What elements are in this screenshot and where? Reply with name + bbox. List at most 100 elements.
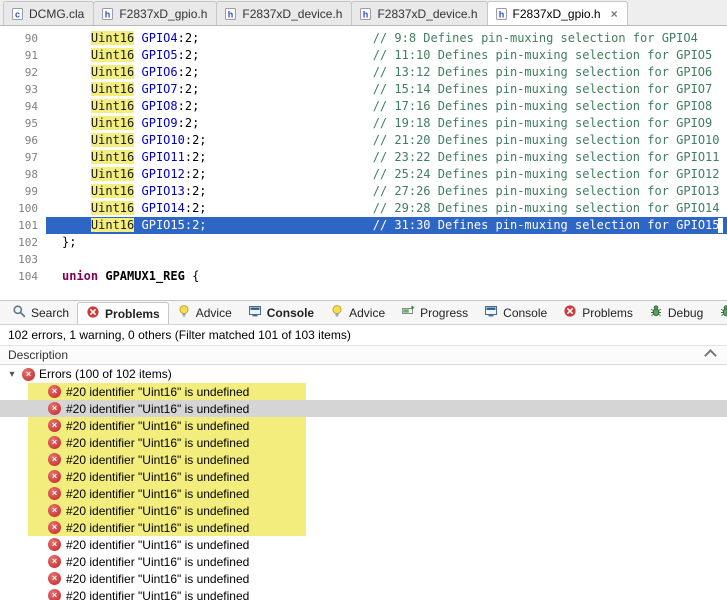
problem-row[interactable]: × #20 identifier "Uint16" is undefined xyxy=(0,553,727,570)
problem-row[interactable]: × #20 identifier "Uint16" is undefined xyxy=(0,383,727,400)
code-line-99[interactable]: 99 Uint16 GPIO13:2; // 27:26 Defines pin… xyxy=(0,183,727,200)
problem-row[interactable]: × #20 identifier "Uint16" is undefined xyxy=(0,451,727,468)
panel-tab-debug-8[interactable]: Debug xyxy=(641,301,711,324)
panel-tab-progress-5[interactable]: Progress xyxy=(393,301,476,324)
code-text: union GPAMUX1_REG { xyxy=(46,268,727,285)
code-token: GPIO5 xyxy=(141,48,178,62)
code-token: Uint16 xyxy=(90,82,135,96)
code-token: GPIO7 xyxy=(141,82,178,96)
code-line-96[interactable]: 96 Uint16 GPIO10:2; // 21:20 Defines pin… xyxy=(0,132,727,149)
editor-tab-F2837xD_device.h[interactable]: h F2837xD_device.h xyxy=(216,1,353,25)
line-number[interactable]: 99 xyxy=(0,183,46,200)
svg-text:h: h xyxy=(105,9,111,19)
problem-text: #20 identifier "Uint16" is undefined xyxy=(66,452,250,467)
panel-tab-problems-7[interactable]: Problems xyxy=(555,301,641,324)
svg-text:h: h xyxy=(498,9,504,19)
panel-tab-console-6[interactable]: Console xyxy=(476,301,555,324)
line-number[interactable]: 95 xyxy=(0,115,46,132)
problem-row[interactable]: × #20 identifier "Uint16" is undefined xyxy=(0,400,727,417)
debug-icon xyxy=(719,304,727,321)
panel-tab-problems-1[interactable]: Problems xyxy=(77,302,169,324)
problem-text: #20 identifier "Uint16" is undefined xyxy=(66,571,250,586)
line-number[interactable]: 103 xyxy=(0,251,46,268)
editor-tab-F2837xD_gpio.h[interactable]: h F2837xD_gpio.h xyxy=(93,1,218,25)
line-number[interactable]: 93 xyxy=(0,81,46,98)
code-comment: // 9:8 Defines pin-muxing selection for … xyxy=(372,31,698,45)
panel-tab-de-9[interactable]: De xyxy=(711,301,727,324)
problem-row[interactable]: × #20 identifier "Uint16" is undefined xyxy=(0,570,727,587)
problem-text: #20 identifier "Uint16" is undefined xyxy=(66,418,250,433)
code-line-93[interactable]: 93 Uint16 GPIO7:2; // 15:14 Defines pin-… xyxy=(0,81,727,98)
code-text: Uint16 GPIO10:2; // 21:20 Defines pin-mu… xyxy=(46,132,727,149)
problem-text: #20 identifier "Uint16" is undefined xyxy=(66,537,250,552)
problem-row[interactable]: × #20 identifier "Uint16" is undefined xyxy=(0,485,727,502)
code-line-101[interactable]: 101 Uint16 GPIO15:2; // 31:30 Defines pi… xyxy=(0,217,727,234)
panel-tab-advice-2[interactable]: Advice xyxy=(169,301,240,324)
code-token: Uint16 xyxy=(90,65,135,79)
code-token: :2; xyxy=(177,116,200,130)
line-number[interactable]: 101 xyxy=(0,217,46,234)
error-icon: × xyxy=(48,572,61,585)
line-number[interactable]: 100 xyxy=(0,200,46,217)
minimize-icon[interactable] xyxy=(704,348,717,362)
code-line-97[interactable]: 97 Uint16 GPIO11:2; // 23:22 Defines pin… xyxy=(0,149,727,166)
errors-group-row[interactable]: ▾ × Errors (100 of 102 items) xyxy=(0,365,727,383)
line-number[interactable]: 94 xyxy=(0,98,46,115)
code-token: :2; xyxy=(177,82,200,96)
error-icon: × xyxy=(48,470,61,483)
problem-row[interactable]: × #20 identifier "Uint16" is undefined xyxy=(0,519,727,536)
code-token: :2; xyxy=(177,65,200,79)
code-line-91[interactable]: 91 Uint16 GPIO5:2; // 11:10 Defines pin-… xyxy=(0,47,727,64)
tree-expand-icon[interactable]: ▾ xyxy=(6,369,18,380)
line-number[interactable]: 96 xyxy=(0,132,46,149)
svg-text:h: h xyxy=(363,9,369,19)
code-line-103[interactable]: 103 xyxy=(0,251,727,268)
console-icon xyxy=(484,304,498,321)
code-line-98[interactable]: 98 Uint16 GPIO12:2; // 25:24 Defines pin… xyxy=(0,166,727,183)
panel-tab-label: Advice xyxy=(349,305,386,320)
code-token: Uint16 xyxy=(90,201,135,215)
code-editor[interactable]: 90 Uint16 GPIO4 :2; // 9:8 Defines pin-mu… xyxy=(0,26,727,300)
description-column-header[interactable]: Description xyxy=(0,345,727,365)
problem-row[interactable]: × #20 identifier "Uint16" is undefined xyxy=(0,468,727,485)
line-number[interactable]: 102 xyxy=(0,234,46,251)
close-icon[interactable]: × xyxy=(611,7,618,21)
code-comment: // 11:10 Defines pin-muxing selection fo… xyxy=(372,48,713,62)
editor-tab-F2837xD_gpio.h[interactable]: h F2837xD_gpio.h × xyxy=(486,1,628,25)
problem-row[interactable]: × #20 identifier "Uint16" is undefined xyxy=(0,434,727,451)
code-text: Uint16 GPIO11:2; // 23:22 Defines pin-mu… xyxy=(46,149,727,166)
line-number[interactable]: 104 xyxy=(0,268,46,285)
problem-row[interactable]: × #20 identifier "Uint16" is undefined xyxy=(0,502,727,519)
problem-row[interactable]: × #20 identifier "Uint16" is undefined xyxy=(0,536,727,553)
error-icon: × xyxy=(48,436,61,449)
errors-group-label: Errors (100 of 102 items) xyxy=(39,367,172,381)
code-text: }; xyxy=(46,234,727,251)
code-line-100[interactable]: 100 Uint16 GPIO14:2; // 29:28 Defines pi… xyxy=(0,200,727,217)
problem-row[interactable]: × #20 identifier "Uint16" is undefined xyxy=(0,587,727,600)
code-line-92[interactable]: 92 Uint16 GPIO6:2; // 13:12 Defines pin-… xyxy=(0,64,727,81)
editor-tab-bar: c DCMG.cla h F2837xD_gpio.h h F2837xD_device.… xyxy=(0,0,727,26)
code-line-102[interactable]: 102}; xyxy=(0,234,727,251)
advice-icon xyxy=(177,304,191,321)
code-line-104[interactable]: 104 union GPAMUX1_REG { xyxy=(0,268,727,285)
editor-tab-F2837xD_device.h[interactable]: h F2837xD_device.h xyxy=(351,1,488,25)
line-number[interactable]: 90 xyxy=(0,30,46,47)
panel-tab-advice-4[interactable]: Advice xyxy=(322,301,393,324)
code-comment: // 23:22 Defines pin-muxing selection fo… xyxy=(372,150,720,164)
file-h-icon: h xyxy=(101,7,114,21)
line-number[interactable]: 92 xyxy=(0,64,46,81)
panel-tab-console-3[interactable]: Console xyxy=(240,301,322,324)
code-token: :2; xyxy=(177,48,200,62)
code-token: GPIO4 xyxy=(141,31,178,45)
line-number[interactable]: 97 xyxy=(0,149,46,166)
editor-tab-DCMG.cla[interactable]: c DCMG.cla xyxy=(3,1,95,25)
code-line-90[interactable]: 90 Uint16 GPIO4:2; // 9:8 Defines pin-mu… xyxy=(0,30,727,47)
panel-tab-search-0[interactable]: Search xyxy=(4,301,77,324)
line-number[interactable]: 98 xyxy=(0,166,46,183)
problem-row[interactable]: × #20 identifier "Uint16" is undefined xyxy=(0,417,727,434)
line-number[interactable]: 91 xyxy=(0,47,46,64)
code-line-94[interactable]: 94 Uint16 GPIO8:2; // 17:16 Defines pin-… xyxy=(0,98,727,115)
code-line-95[interactable]: 95 Uint16 GPIO9:2; // 19:18 Defines pin-… xyxy=(0,115,727,132)
